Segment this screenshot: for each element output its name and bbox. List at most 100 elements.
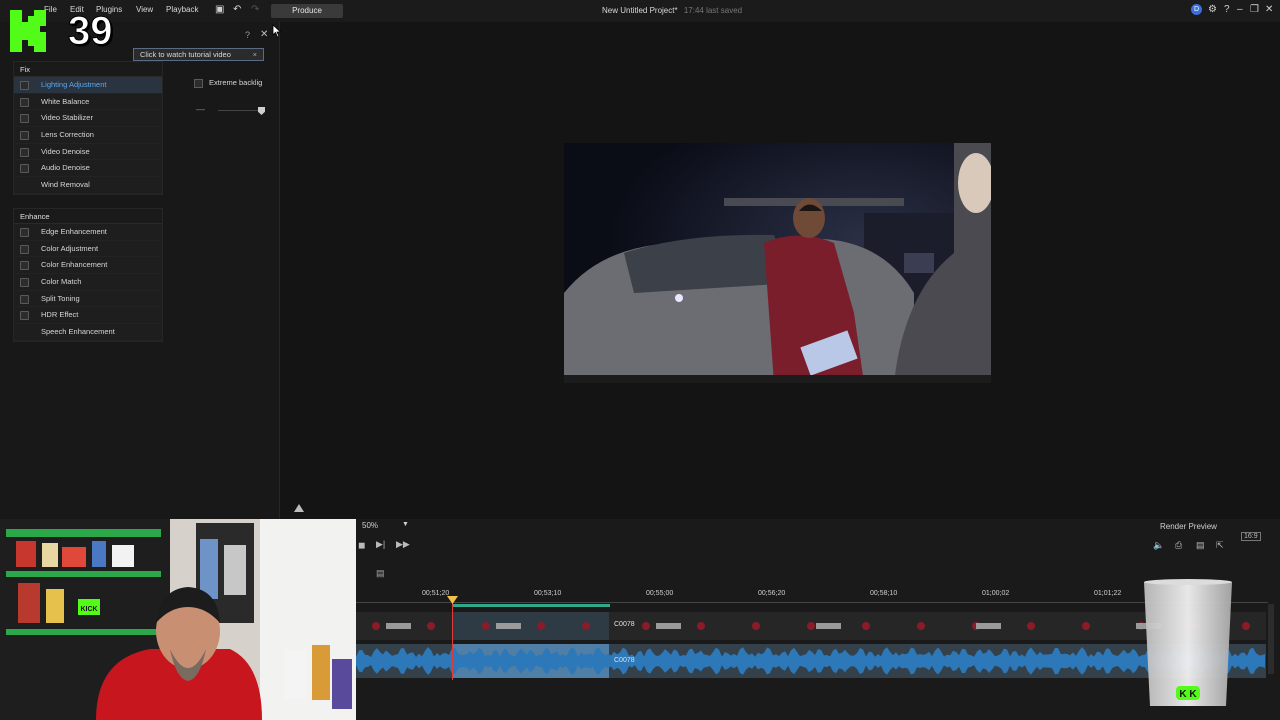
intensity-slider[interactable] bbox=[218, 110, 264, 111]
stop-icon[interactable]: ◼ bbox=[358, 540, 365, 551]
help-icon[interactable]: ? bbox=[245, 30, 250, 40]
project-name: New Untitled Project* bbox=[602, 6, 678, 15]
menu-view[interactable]: View bbox=[136, 5, 153, 14]
last-saved-text: 17:44 last saved bbox=[683, 6, 743, 15]
enhance-checkbox[interactable] bbox=[20, 294, 29, 304]
restore-icon[interactable]: ❐ bbox=[1250, 5, 1259, 15]
timeline-marker-icon[interactable]: ▤ bbox=[376, 568, 385, 579]
enhance-item[interactable]: HDR Effect bbox=[14, 307, 162, 325]
audio-clip-label: C0078 bbox=[614, 657, 635, 664]
audio-track[interactable] bbox=[356, 644, 1266, 678]
fix-section-header: Fix bbox=[14, 62, 162, 77]
cup-image: K K bbox=[1144, 579, 1232, 706]
audio-waveform bbox=[356, 644, 1266, 678]
close-panel-icon[interactable]: ✕ bbox=[260, 29, 268, 40]
enhance-item[interactable]: Color Adjustment bbox=[14, 241, 162, 258]
minimize-icon[interactable]: – bbox=[1237, 5, 1243, 15]
video-track[interactable] bbox=[356, 612, 1266, 640]
video-frame-image bbox=[564, 143, 991, 383]
fix-item[interactable]: Video Stabilizer bbox=[14, 110, 162, 128]
produce-button[interactable]: Produce bbox=[271, 4, 343, 18]
project-title: New Untitled Project* 17:44 last saved bbox=[602, 6, 742, 15]
ruler-time-label: 00;53;10 bbox=[534, 590, 562, 597]
fix-checkbox[interactable] bbox=[20, 114, 29, 124]
enhance-section-header: Enhance bbox=[14, 209, 162, 224]
enhance-checkbox[interactable] bbox=[20, 278, 29, 288]
gear-icon[interactable]: ⚙ bbox=[1208, 5, 1217, 15]
enhance-item-label: Color Adjustment bbox=[41, 243, 99, 253]
redo-icon[interactable]: ↷ bbox=[251, 5, 259, 15]
video-track-thumbnails bbox=[356, 612, 1266, 640]
fix-item[interactable]: White Balance bbox=[14, 94, 162, 111]
enhance-item[interactable]: Color Enhancement bbox=[14, 257, 162, 275]
counter-number: 39 bbox=[68, 9, 113, 54]
fix-checkbox[interactable] bbox=[20, 147, 29, 157]
account-icon[interactable]: D bbox=[1191, 4, 1202, 15]
enhance-item[interactable]: Edge Enhancement bbox=[14, 224, 162, 241]
enhance-item[interactable]: Split Toning bbox=[14, 291, 162, 308]
fix-item-label: Lens Correction bbox=[41, 130, 94, 140]
menu-bar: File Edit Plugins View Playback ▣ ↶ ↷ Pr… bbox=[0, 0, 1280, 22]
webcam-image: KICK bbox=[0, 519, 356, 720]
enhance-checkbox[interactable] bbox=[20, 228, 29, 237]
extreme-backlight-checkbox[interactable] bbox=[194, 78, 203, 88]
fix-item-label: Lighting Adjustment bbox=[41, 80, 107, 89]
tooltip-close-icon[interactable]: × bbox=[253, 49, 257, 60]
extreme-backlight-option[interactable]: Extreme backlig bbox=[194, 78, 262, 88]
ruler-time-label: 00;51;20 bbox=[422, 590, 450, 597]
kick-badge-text: KICK bbox=[80, 606, 97, 613]
subtitle-icon[interactable]: ▤ bbox=[1196, 540, 1205, 551]
tooltip-text: Click to watch tutorial video bbox=[140, 50, 231, 59]
ruler-time-label: 01;01;22 bbox=[1094, 590, 1122, 597]
enhance-item[interactable]: Speech Enhancement bbox=[14, 324, 162, 341]
fix-list: Lighting Adjustment White Balance Video St… bbox=[14, 77, 162, 194]
ruler-time-label: 00;56;20 bbox=[758, 590, 786, 597]
zoom-select[interactable]: 50% ▼ bbox=[362, 521, 410, 534]
render-preview-button[interactable]: Render Preview bbox=[1160, 522, 1217, 531]
menu-playback[interactable]: Playback bbox=[166, 5, 198, 14]
fix-item-label: Wind Removal bbox=[41, 180, 90, 190]
aspect-ratio-select[interactable]: 16:9 bbox=[1241, 532, 1261, 541]
fix-item[interactable]: Audio Denoise bbox=[14, 160, 162, 178]
fix-checkbox[interactable] bbox=[20, 97, 29, 107]
fix-checkbox[interactable] bbox=[20, 131, 29, 141]
undo-icon[interactable]: ↶ bbox=[233, 5, 241, 15]
enhance-checkbox[interactable] bbox=[20, 244, 29, 254]
fix-item[interactable]: Lighting Adjustment bbox=[14, 77, 162, 94]
enhance-item-label: Speech Enhancement bbox=[41, 327, 115, 337]
enhance-item[interactable]: Color Match bbox=[14, 274, 162, 291]
vertical-scrollbar[interactable] bbox=[1268, 604, 1274, 674]
fast-forward-icon[interactable]: ▶▶ bbox=[396, 539, 410, 550]
fix-item[interactable]: Lens Correction bbox=[14, 127, 162, 144]
zoom-value: 50% bbox=[362, 521, 379, 530]
help-icon[interactable]: ? bbox=[1224, 5, 1230, 15]
playhead[interactable] bbox=[452, 596, 453, 680]
fix-item[interactable]: Video Denoise bbox=[14, 144, 162, 161]
enhance-item-label: HDR Effect bbox=[41, 310, 79, 320]
next-frame-icon[interactable]: ▶| bbox=[376, 539, 385, 550]
save-icon[interactable]: ▣ bbox=[215, 5, 224, 15]
external-icon[interactable]: ⇱ bbox=[1216, 540, 1224, 551]
volume-icon[interactable]: 🔈 bbox=[1153, 540, 1164, 551]
enhance-item-label: Edge Enhancement bbox=[41, 227, 107, 236]
enhance-item-label: Color Enhancement bbox=[41, 260, 108, 270]
enhance-item-label: Color Match bbox=[41, 277, 82, 287]
timeline-ruler[interactable]: 00;51;20 00;53;10 00;55;00 00;56;20 00;58;10… bbox=[356, 586, 1268, 608]
minus-icon[interactable]: — bbox=[196, 104, 210, 114]
enhance-checkbox[interactable] bbox=[20, 311, 29, 321]
camera-icon[interactable]: ⎙ bbox=[1175, 540, 1182, 551]
fix-checkbox[interactable] bbox=[20, 81, 29, 90]
enhance-checkbox[interactable] bbox=[20, 261, 29, 271]
fix-item-label: Video Stabilizer bbox=[41, 113, 93, 123]
fix-checkbox[interactable] bbox=[20, 164, 29, 174]
ruler-line bbox=[356, 602, 1268, 603]
fix-item[interactable]: Wind Removal bbox=[14, 177, 162, 194]
selection-range[interactable] bbox=[452, 604, 610, 607]
webcam-overlay: KICK bbox=[0, 519, 356, 720]
video-preview[interactable] bbox=[564, 143, 991, 383]
close-icon[interactable]: ✕ bbox=[1265, 5, 1273, 15]
enhance-item-label: Split Toning bbox=[41, 293, 80, 303]
ruler-time-label: 01;00;02 bbox=[982, 590, 1010, 597]
tutorial-tooltip[interactable]: Click to watch tutorial video × bbox=[133, 48, 264, 61]
enhance-section: Enhance Edge Enhancement Color Adjustment… bbox=[13, 208, 163, 342]
